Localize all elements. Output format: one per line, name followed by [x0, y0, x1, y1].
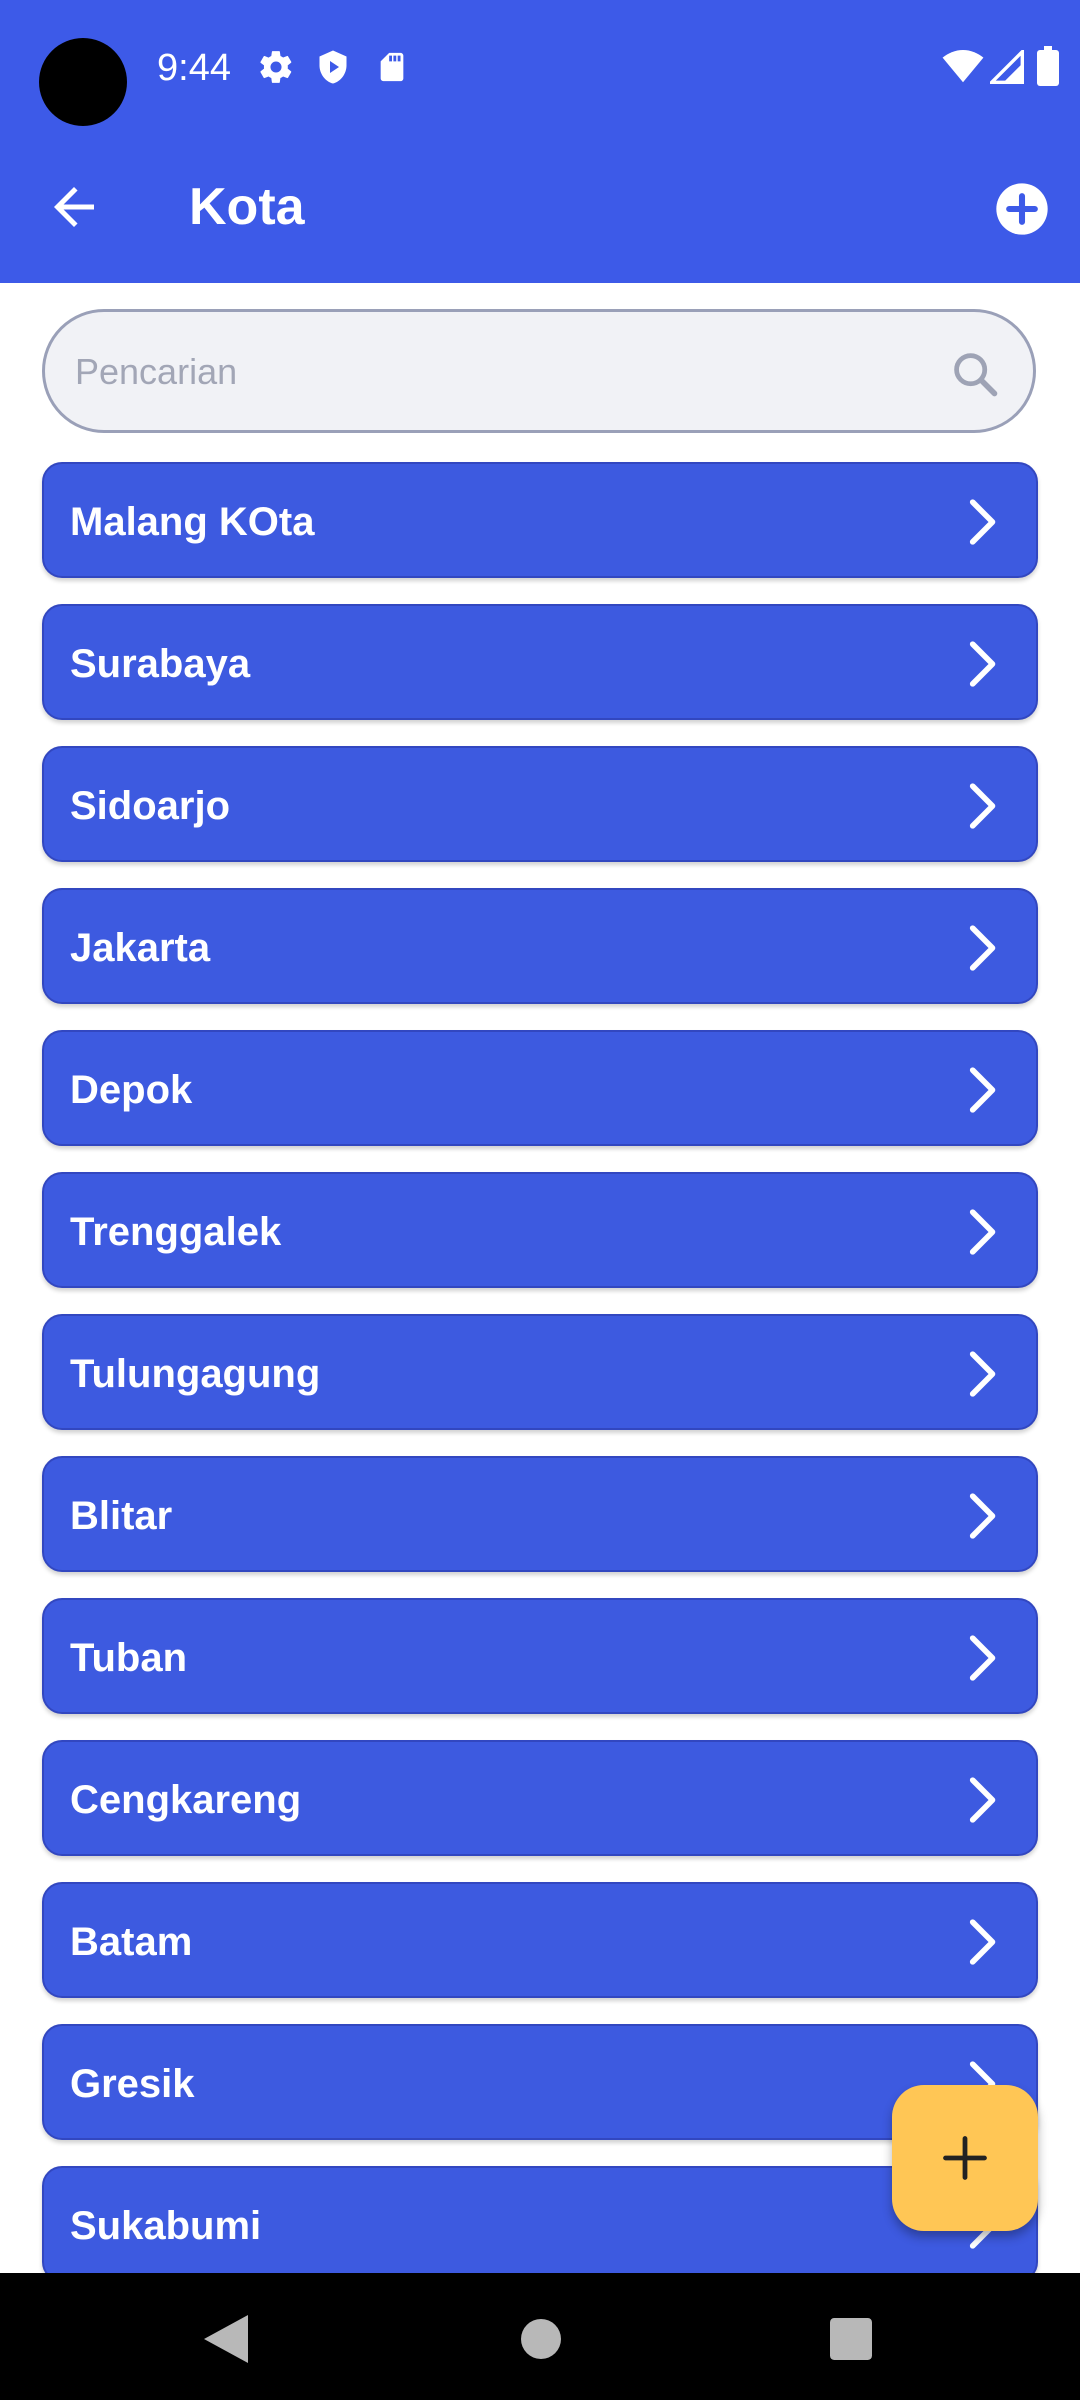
- city-name: Gresik: [70, 2062, 195, 2106]
- search-icon[interactable]: [949, 348, 1001, 400]
- chevron-right-icon: [954, 920, 1010, 976]
- recents-square-icon[interactable]: [830, 2318, 872, 2365]
- city-list-item[interactable]: Sidoarjo: [42, 746, 1038, 862]
- city-list-item[interactable]: Gresik: [42, 2024, 1038, 2140]
- city-name: Cengkareng: [70, 1778, 302, 1822]
- back-triangle-icon[interactable]: [204, 2315, 248, 2368]
- page-title: Kota: [189, 178, 305, 236]
- chevron-right-icon: [954, 1914, 1010, 1970]
- plus-circle-icon: [996, 183, 1048, 235]
- arrow-left-icon: [54, 187, 94, 227]
- city-name: Jakarta: [70, 926, 211, 970]
- camera-cutout: [39, 38, 127, 126]
- app-bar: 9:44 Kota: [0, 0, 1080, 283]
- wifi-icon: [942, 50, 984, 89]
- city-list-item[interactable]: Surabaya: [42, 604, 1038, 720]
- city-name: Trenggalek: [70, 1210, 282, 1254]
- city-name: Batam: [70, 1920, 193, 1964]
- status-time: 9:44: [157, 47, 231, 89]
- gear-icon: [257, 48, 295, 91]
- city-list-item[interactable]: Cengkareng: [42, 1740, 1038, 1856]
- back-button[interactable]: [44, 177, 104, 237]
- status-bar: 9:44: [0, 0, 1080, 135]
- search-input[interactable]: Pencarian: [42, 309, 1036, 433]
- city-name: Surabaya: [70, 642, 251, 686]
- city-name: Tuban: [70, 1636, 188, 1680]
- search-placeholder: Pencarian: [75, 351, 238, 392]
- chevron-right-icon: [954, 1772, 1010, 1828]
- city-list-item[interactable]: Tuban: [42, 1598, 1038, 1714]
- city-list-item[interactable]: Depok: [42, 1030, 1038, 1146]
- city-name: Depok: [70, 1068, 193, 1112]
- city-list-item[interactable]: Batam: [42, 1882, 1038, 1998]
- chevron-right-icon: [954, 1488, 1010, 1544]
- battery-icon: [1037, 46, 1059, 91]
- home-circle-icon[interactable]: [521, 2319, 561, 2364]
- city-name: Tulungagung: [70, 1352, 321, 1396]
- shield-play-icon: [315, 48, 351, 91]
- city-name: Sidoarjo: [70, 784, 231, 828]
- city-name: Sukabumi: [70, 2204, 262, 2248]
- chevron-right-icon: [954, 494, 1010, 550]
- city-name: Malang KOta: [70, 500, 315, 544]
- navigation-bar: [0, 2273, 1080, 2400]
- chevron-right-icon: [954, 1062, 1010, 1118]
- chevron-right-icon: [954, 1346, 1010, 1402]
- city-list-item[interactable]: Sukabumi: [42, 2166, 1038, 2282]
- add-city-button[interactable]: [994, 181, 1050, 237]
- signal-icon: [987, 47, 1024, 89]
- city-list-item[interactable]: Blitar: [42, 1456, 1038, 1572]
- city-list-item[interactable]: Malang KOta: [42, 462, 1038, 578]
- plus-icon: [943, 2136, 987, 2180]
- city-list-item[interactable]: Jakarta: [42, 888, 1038, 1004]
- sd-card-icon: [375, 48, 409, 91]
- city-name: Blitar: [70, 1494, 173, 1538]
- chevron-right-icon: [954, 778, 1010, 834]
- add-fab-button[interactable]: [892, 2085, 1038, 2231]
- chevron-right-icon: [954, 1630, 1010, 1686]
- city-list-item[interactable]: Tulungagung: [42, 1314, 1038, 1430]
- chevron-right-icon: [954, 636, 1010, 692]
- chevron-right-icon: [954, 1204, 1010, 1260]
- city-list-item[interactable]: Trenggalek: [42, 1172, 1038, 1288]
